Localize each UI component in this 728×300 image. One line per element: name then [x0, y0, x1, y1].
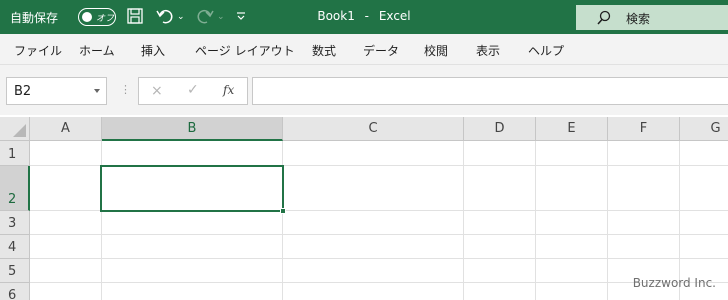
tab-help[interactable]: ヘルプ — [528, 42, 564, 59]
workbook-name: Book1 — [317, 9, 355, 23]
title-separator: - — [364, 9, 370, 23]
redo-dropdown-icon[interactable]: ⌄ — [217, 7, 225, 27]
gridline — [30, 258, 728, 259]
search-placeholder: 検索 — [626, 12, 651, 26]
row-header-2[interactable]: 2 — [0, 166, 30, 211]
row-header-3[interactable]: 3 — [0, 211, 30, 235]
row-number: 6 — [8, 288, 17, 300]
row-number: 5 — [8, 264, 17, 279]
worksheet-grid[interactable]: A B C D E F G 1 2 3 4 5 6 Buzzword Inc. — [0, 117, 728, 300]
column-header-g[interactable]: G — [680, 117, 728, 141]
tab-review[interactable]: 校閲 — [424, 42, 448, 59]
column-header-c[interactable]: C — [283, 117, 464, 141]
toggle-knob — [82, 12, 92, 22]
tab-file[interactable]: ファイル — [14, 42, 62, 59]
column-header-b[interactable]: B — [102, 117, 283, 141]
row-header-1[interactable]: 1 — [0, 141, 30, 166]
select-all-icon — [13, 124, 26, 137]
save-icon[interactable] — [126, 7, 144, 27]
active-cell-b2[interactable] — [100, 165, 284, 212]
column-header-f[interactable]: F — [608, 117, 680, 141]
cancel-icon[interactable]: × — [151, 83, 163, 99]
column-header-e[interactable]: E — [536, 117, 608, 141]
formula-bar: B2 ⋮ × ✓ fx — [0, 65, 728, 115]
row-number: 1 — [8, 147, 17, 162]
autosave-toggle[interactable]: オフ — [78, 8, 116, 26]
column-header-a[interactable]: A — [30, 117, 102, 141]
formula-bar-grip-icon[interactable]: ⋮ — [120, 83, 131, 96]
tab-data[interactable]: データ — [363, 42, 399, 59]
fill-handle[interactable] — [280, 208, 286, 214]
row-number: 4 — [8, 240, 17, 255]
app-name: Excel — [378, 9, 411, 23]
row-header-5[interactable]: 5 — [0, 259, 30, 283]
row-header-6[interactable]: 6 — [0, 283, 30, 300]
enter-icon[interactable]: ✓ — [187, 82, 199, 98]
search-icon — [596, 10, 612, 30]
autosave-state: オフ — [96, 14, 115, 24]
gridline — [30, 282, 728, 283]
watermark: Buzzword Inc. — [632, 276, 716, 290]
ribbon-tabs: ファイル ホーム 挿入 ページ レイアウト 数式 データ 校閲 表示 ヘルプ — [0, 34, 728, 65]
redo-icon[interactable] — [195, 7, 215, 27]
row-header-4[interactable]: 4 — [0, 235, 30, 259]
search-box[interactable]: 検索 — [576, 5, 728, 30]
tab-home[interactable]: ホーム — [79, 42, 115, 59]
column-header-d[interactable]: D — [464, 117, 536, 141]
tab-insert[interactable]: 挿入 — [141, 42, 165, 59]
name-box-value: B2 — [14, 84, 32, 99]
row-number: 2 — [8, 192, 17, 207]
title-bar: 自動保存 オフ ⌄ ⌄ Book1 - Excel 検索 — [0, 0, 728, 34]
undo-dropdown-icon[interactable]: ⌄ — [177, 7, 185, 27]
name-box[interactable]: B2 — [6, 77, 107, 105]
autosave-label: 自動保存 — [10, 11, 59, 25]
gridline — [30, 234, 728, 235]
select-all-button[interactable] — [0, 117, 30, 141]
customize-qat-icon[interactable] — [236, 7, 246, 27]
tab-page-layout[interactable]: ページ レイアウト — [195, 42, 295, 59]
formula-input[interactable] — [252, 77, 728, 105]
undo-icon[interactable] — [155, 7, 175, 27]
insert-function-icon[interactable]: fx — [223, 83, 234, 97]
tab-view[interactable]: 表示 — [476, 42, 500, 59]
formula-buttons: × ✓ fx — [138, 77, 248, 105]
row-number: 3 — [8, 216, 17, 231]
name-box-dropdown-icon[interactable] — [94, 89, 100, 93]
tab-formulas[interactable]: 数式 — [312, 42, 336, 59]
